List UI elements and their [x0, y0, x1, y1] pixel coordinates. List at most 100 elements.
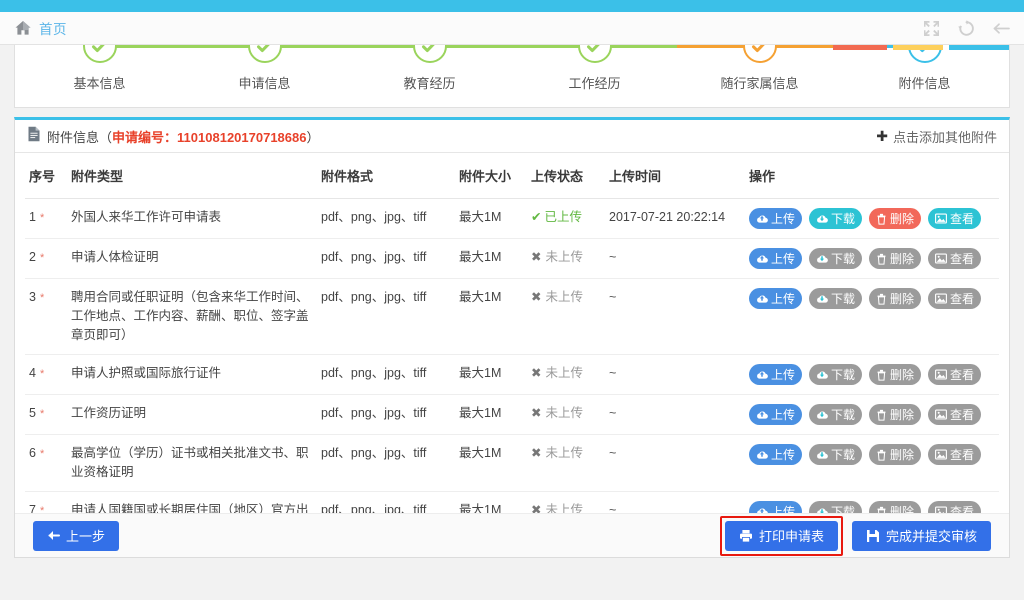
- row-number: 3: [29, 290, 36, 304]
- col-header-no: 序号: [25, 153, 67, 199]
- cell-actions: 上传下载删除查看: [745, 279, 999, 355]
- fullscreen-icon[interactable]: [923, 20, 940, 37]
- attachment-type-text: 聘用合同或任职证明（包含来华工作时间、工作地点、工作内容、薪酬、职位、签字盖章页…: [71, 290, 309, 342]
- status-text: 未上传: [545, 406, 583, 420]
- table-row: 5*工作资历证明pdf、png、jpg、tiff最大1M✖未上传~上传下载删除查…: [25, 395, 999, 435]
- upload-label: 上传: [771, 503, 795, 513]
- step-item-3[interactable]: 教育经历: [347, 45, 512, 108]
- view-button: 查看: [928, 288, 981, 309]
- table-row: 4*申请人护照或国际旅行证件pdf、png、jpg、tiff最大1M✖未上传~上…: [25, 355, 999, 395]
- required-asterisk: *: [40, 212, 44, 224]
- download-label: 下载: [831, 446, 855, 463]
- step-item-5[interactable]: 随行家属信息: [677, 45, 842, 108]
- cell-size: 最大1M: [455, 199, 527, 239]
- cell-actions: 上传下载删除查看: [745, 395, 999, 435]
- step-label: 工作经历: [568, 73, 620, 92]
- download-label: 下载: [831, 290, 855, 307]
- back-arrow-icon[interactable]: [993, 20, 1010, 37]
- upload-label: 上传: [771, 366, 795, 383]
- step-item-2[interactable]: 申请信息: [182, 45, 347, 108]
- view-button: 查看: [928, 404, 981, 425]
- step-item-6[interactable]: 附件信息: [842, 45, 1007, 108]
- check-icon: [578, 45, 612, 63]
- cell-attachment-type: 工作资历证明: [67, 395, 317, 435]
- table-row: 1*外国人来华工作许可申请表pdf、png、jpg、tiff最大1M✔已上传20…: [25, 199, 999, 239]
- add-other-attachment-label: 点击添加其他附件: [893, 127, 997, 146]
- status-badge-not-uploaded: ✖未上传: [531, 446, 583, 460]
- row-actions: 上传下载删除 查看: [749, 208, 995, 229]
- cell-attachment-type: 申请人护照或国际旅行证件: [67, 355, 317, 395]
- row-actions: 上传下载删除查看: [749, 364, 995, 385]
- previous-step-button[interactable]: 上一步: [33, 521, 119, 551]
- view-label: 查看: [950, 406, 974, 423]
- attachment-type-text: 申请人护照或国际旅行证件: [71, 366, 221, 380]
- upload-time-text: ~: [609, 446, 616, 460]
- window-controls: [923, 12, 1018, 44]
- progress-stepper: 基本信息 申请信息 教育经历 工作经历: [14, 45, 1010, 108]
- attachment-type-text: 申请人国籍国或长期居住国（地区）官方出具的无犯罪记录证明: [71, 503, 309, 513]
- attachment-type-text: 工作资历证明: [71, 406, 146, 420]
- view-label: 查看: [950, 250, 974, 267]
- table-row: 6*最高学位（学历）证书或相关批准文书、职业资格证明pdf、png、jpg、ti…: [25, 435, 999, 492]
- download-button: 下载: [809, 248, 862, 269]
- delete-label: 删除: [890, 446, 914, 463]
- attachment-format-text: pdf、png、jpg、tiff: [321, 290, 426, 304]
- cell-no: 4*: [25, 355, 67, 395]
- status-text: 未上传: [545, 366, 583, 380]
- step-label: 附件信息: [898, 73, 950, 92]
- attachment-size-text: 最大1M: [459, 446, 501, 460]
- view-label: 查看: [950, 210, 974, 227]
- cell-upload-state: ✖未上传: [527, 239, 605, 279]
- application-no-value: 110108120170718686: [177, 130, 306, 145]
- attachment-size-text: 最大1M: [459, 290, 501, 304]
- upload-button[interactable]: 上传: [749, 208, 802, 229]
- view-label: 查看: [950, 446, 974, 463]
- step-item-1[interactable]: 基本信息: [17, 45, 182, 108]
- step-label: 随行家属信息: [720, 73, 798, 92]
- attachment-type-text: 申请人体检证明: [71, 250, 159, 264]
- upload-time-text: ~: [609, 250, 616, 264]
- step-item-4[interactable]: 工作经历: [512, 45, 677, 108]
- add-other-attachment-button[interactable]: ✚ 点击添加其他附件: [876, 127, 997, 146]
- delete-label: 删除: [890, 503, 914, 513]
- download-button: 下载: [809, 444, 862, 465]
- upload-button[interactable]: 上传: [749, 444, 802, 465]
- delete-button: 删除: [869, 404, 921, 425]
- view-button: 查看: [928, 501, 981, 513]
- print-application-button[interactable]: 打印申请表: [725, 521, 838, 551]
- status-badge-not-uploaded: ✖ 未上传: [531, 406, 583, 420]
- cell-actions: 上传下载删除查看: [745, 492, 999, 514]
- col-header-format: 附件格式: [317, 153, 455, 199]
- view-button[interactable]: 查看: [928, 208, 981, 229]
- cell-upload-state: ✖未上传: [527, 435, 605, 492]
- download-button[interactable]: 下载: [809, 208, 862, 229]
- cross-icon: ✖: [531, 366, 541, 380]
- status-badge-not-uploaded: ✖未上传: [531, 250, 583, 264]
- previous-step-label: 上一步: [66, 526, 105, 545]
- cell-upload-state: ✖未上传: [527, 279, 605, 355]
- col-header-type: 附件类型: [67, 153, 317, 199]
- upload-time-text: 2017-07-21 20:22:14: [609, 210, 725, 224]
- upload-button[interactable]: 上传: [749, 364, 802, 385]
- cross-icon: ✖: [531, 406, 541, 420]
- breadcrumb-home-label[interactable]: 首页: [39, 18, 67, 38]
- upload-time-text: ~: [609, 406, 616, 420]
- upload-button[interactable]: 上传: [749, 288, 802, 309]
- attachment-table-scroll[interactable]: 序号 附件类型 附件格式 附件大小 上传状态 上传时间 操作 1*外国人来华工作…: [15, 153, 1009, 513]
- attachment-format-text: pdf、png、jpg、tiff: [321, 366, 426, 380]
- submit-review-button[interactable]: 完成并提交审核: [852, 521, 991, 551]
- status-text: 未上传: [545, 446, 583, 460]
- delete-button[interactable]: 删除: [869, 208, 921, 229]
- deco-bar-yellow: [893, 45, 943, 50]
- upload-time-text: ~: [609, 503, 616, 513]
- upload-button[interactable]: 上传: [749, 248, 802, 269]
- cell-upload-time: ~: [605, 239, 745, 279]
- upload-time-text: ~: [609, 290, 616, 304]
- table-row: 3*聘用合同或任职证明（包含来华工作时间、工作地点、工作内容、薪酬、职位、签字盖…: [25, 279, 999, 355]
- cell-attachment-type: 最高学位（学历）证书或相关批准文书、职业资格证明: [67, 435, 317, 492]
- upload-button[interactable]: 上传: [749, 501, 802, 513]
- upload-button[interactable]: 上传: [749, 404, 802, 425]
- status-badge-not-uploaded: ✖未上传: [531, 290, 583, 304]
- refresh-icon[interactable]: [958, 20, 975, 37]
- check-icon: [83, 45, 117, 63]
